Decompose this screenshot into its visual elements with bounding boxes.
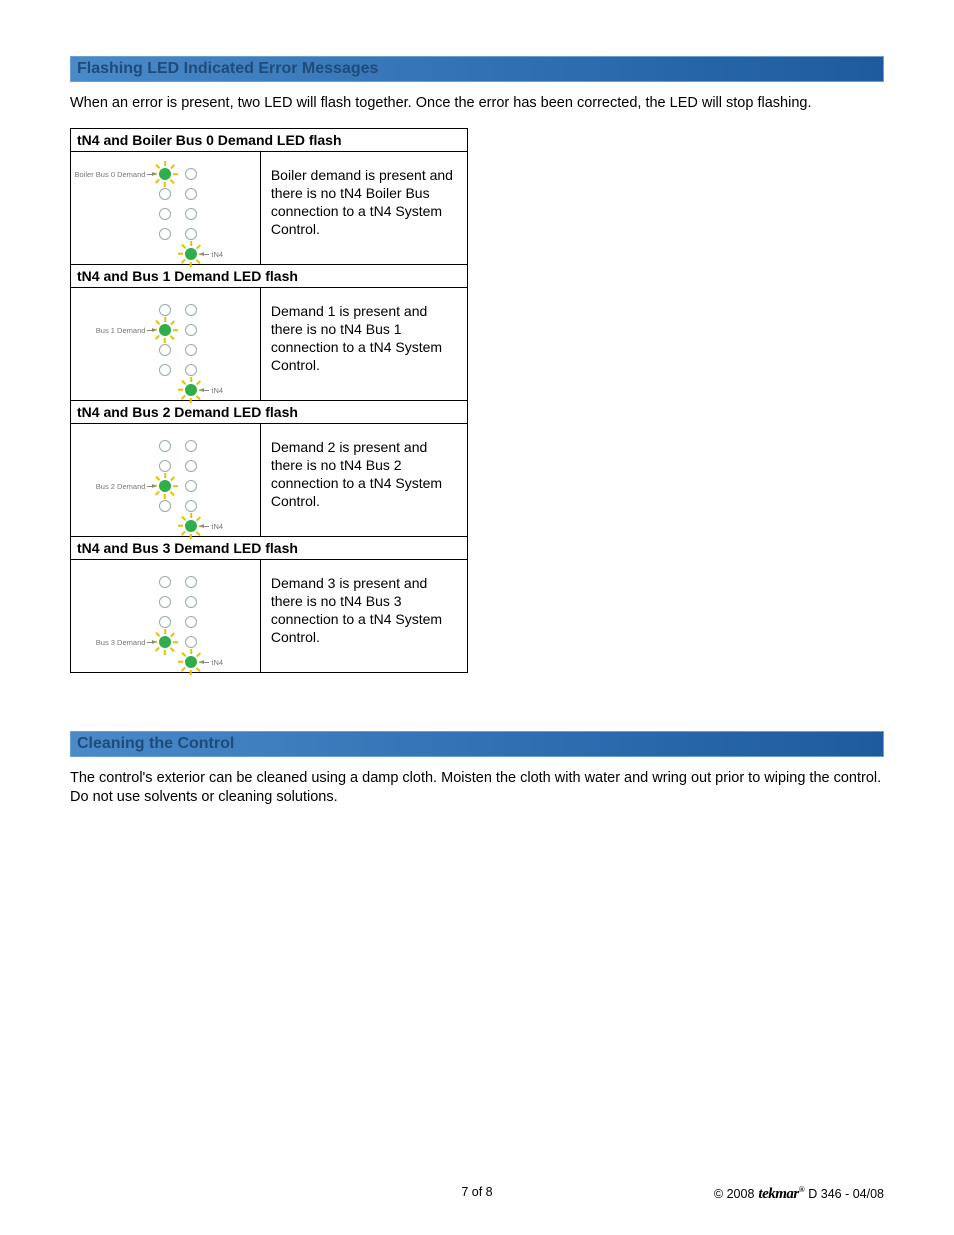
error-description: Demand 3 is present and there is no tN4 …	[260, 559, 467, 672]
led-diagram: Boiler Bus 0 DemandtN4	[71, 151, 261, 264]
section-title-cleaning: Cleaning the Control	[77, 735, 234, 752]
led-diagram: Bus 2 DemandtN4	[71, 423, 261, 536]
section-title-flashing: Flashing LED Indicated Error Messages	[77, 60, 378, 77]
error-row-header: tN4 and Boiler Bus 0 Demand LED flash	[71, 128, 468, 151]
error-description: Boiler demand is present and there is no…	[260, 151, 467, 264]
page-content: Flashing LED Indicated Error Messages Wh…	[0, 0, 954, 862]
cleaning-body: The control's exterior can be cleaned us…	[70, 769, 884, 808]
led-diagram: Bus 3 DemandtN4	[71, 559, 261, 672]
spacer	[70, 673, 884, 731]
error-row-header: tN4 and Bus 1 Demand LED flash	[71, 264, 468, 287]
error-row-header: tN4 and Bus 3 Demand LED flash	[71, 536, 468, 559]
error-description: Demand 2 is present and there is no tN4 …	[260, 423, 467, 536]
error-row-header: tN4 and Bus 2 Demand LED flash	[71, 400, 468, 423]
error-description: Demand 1 is present and there is no tN4 …	[260, 287, 467, 400]
led-diagram: Bus 1 DemandtN4	[71, 287, 261, 400]
footer: 7 of 8 © 2008 tekmar® D 346 - 04/08	[70, 1185, 884, 1203]
footer-page: 7 of 8	[70, 1185, 884, 1199]
section-header-flashing: Flashing LED Indicated Error Messages	[70, 56, 884, 82]
error-table: tN4 and Boiler Bus 0 Demand LED flashBoi…	[70, 128, 468, 673]
flashing-intro: When an error is present, two LED will f…	[70, 94, 884, 114]
section-header-cleaning: Cleaning the Control	[70, 731, 884, 757]
